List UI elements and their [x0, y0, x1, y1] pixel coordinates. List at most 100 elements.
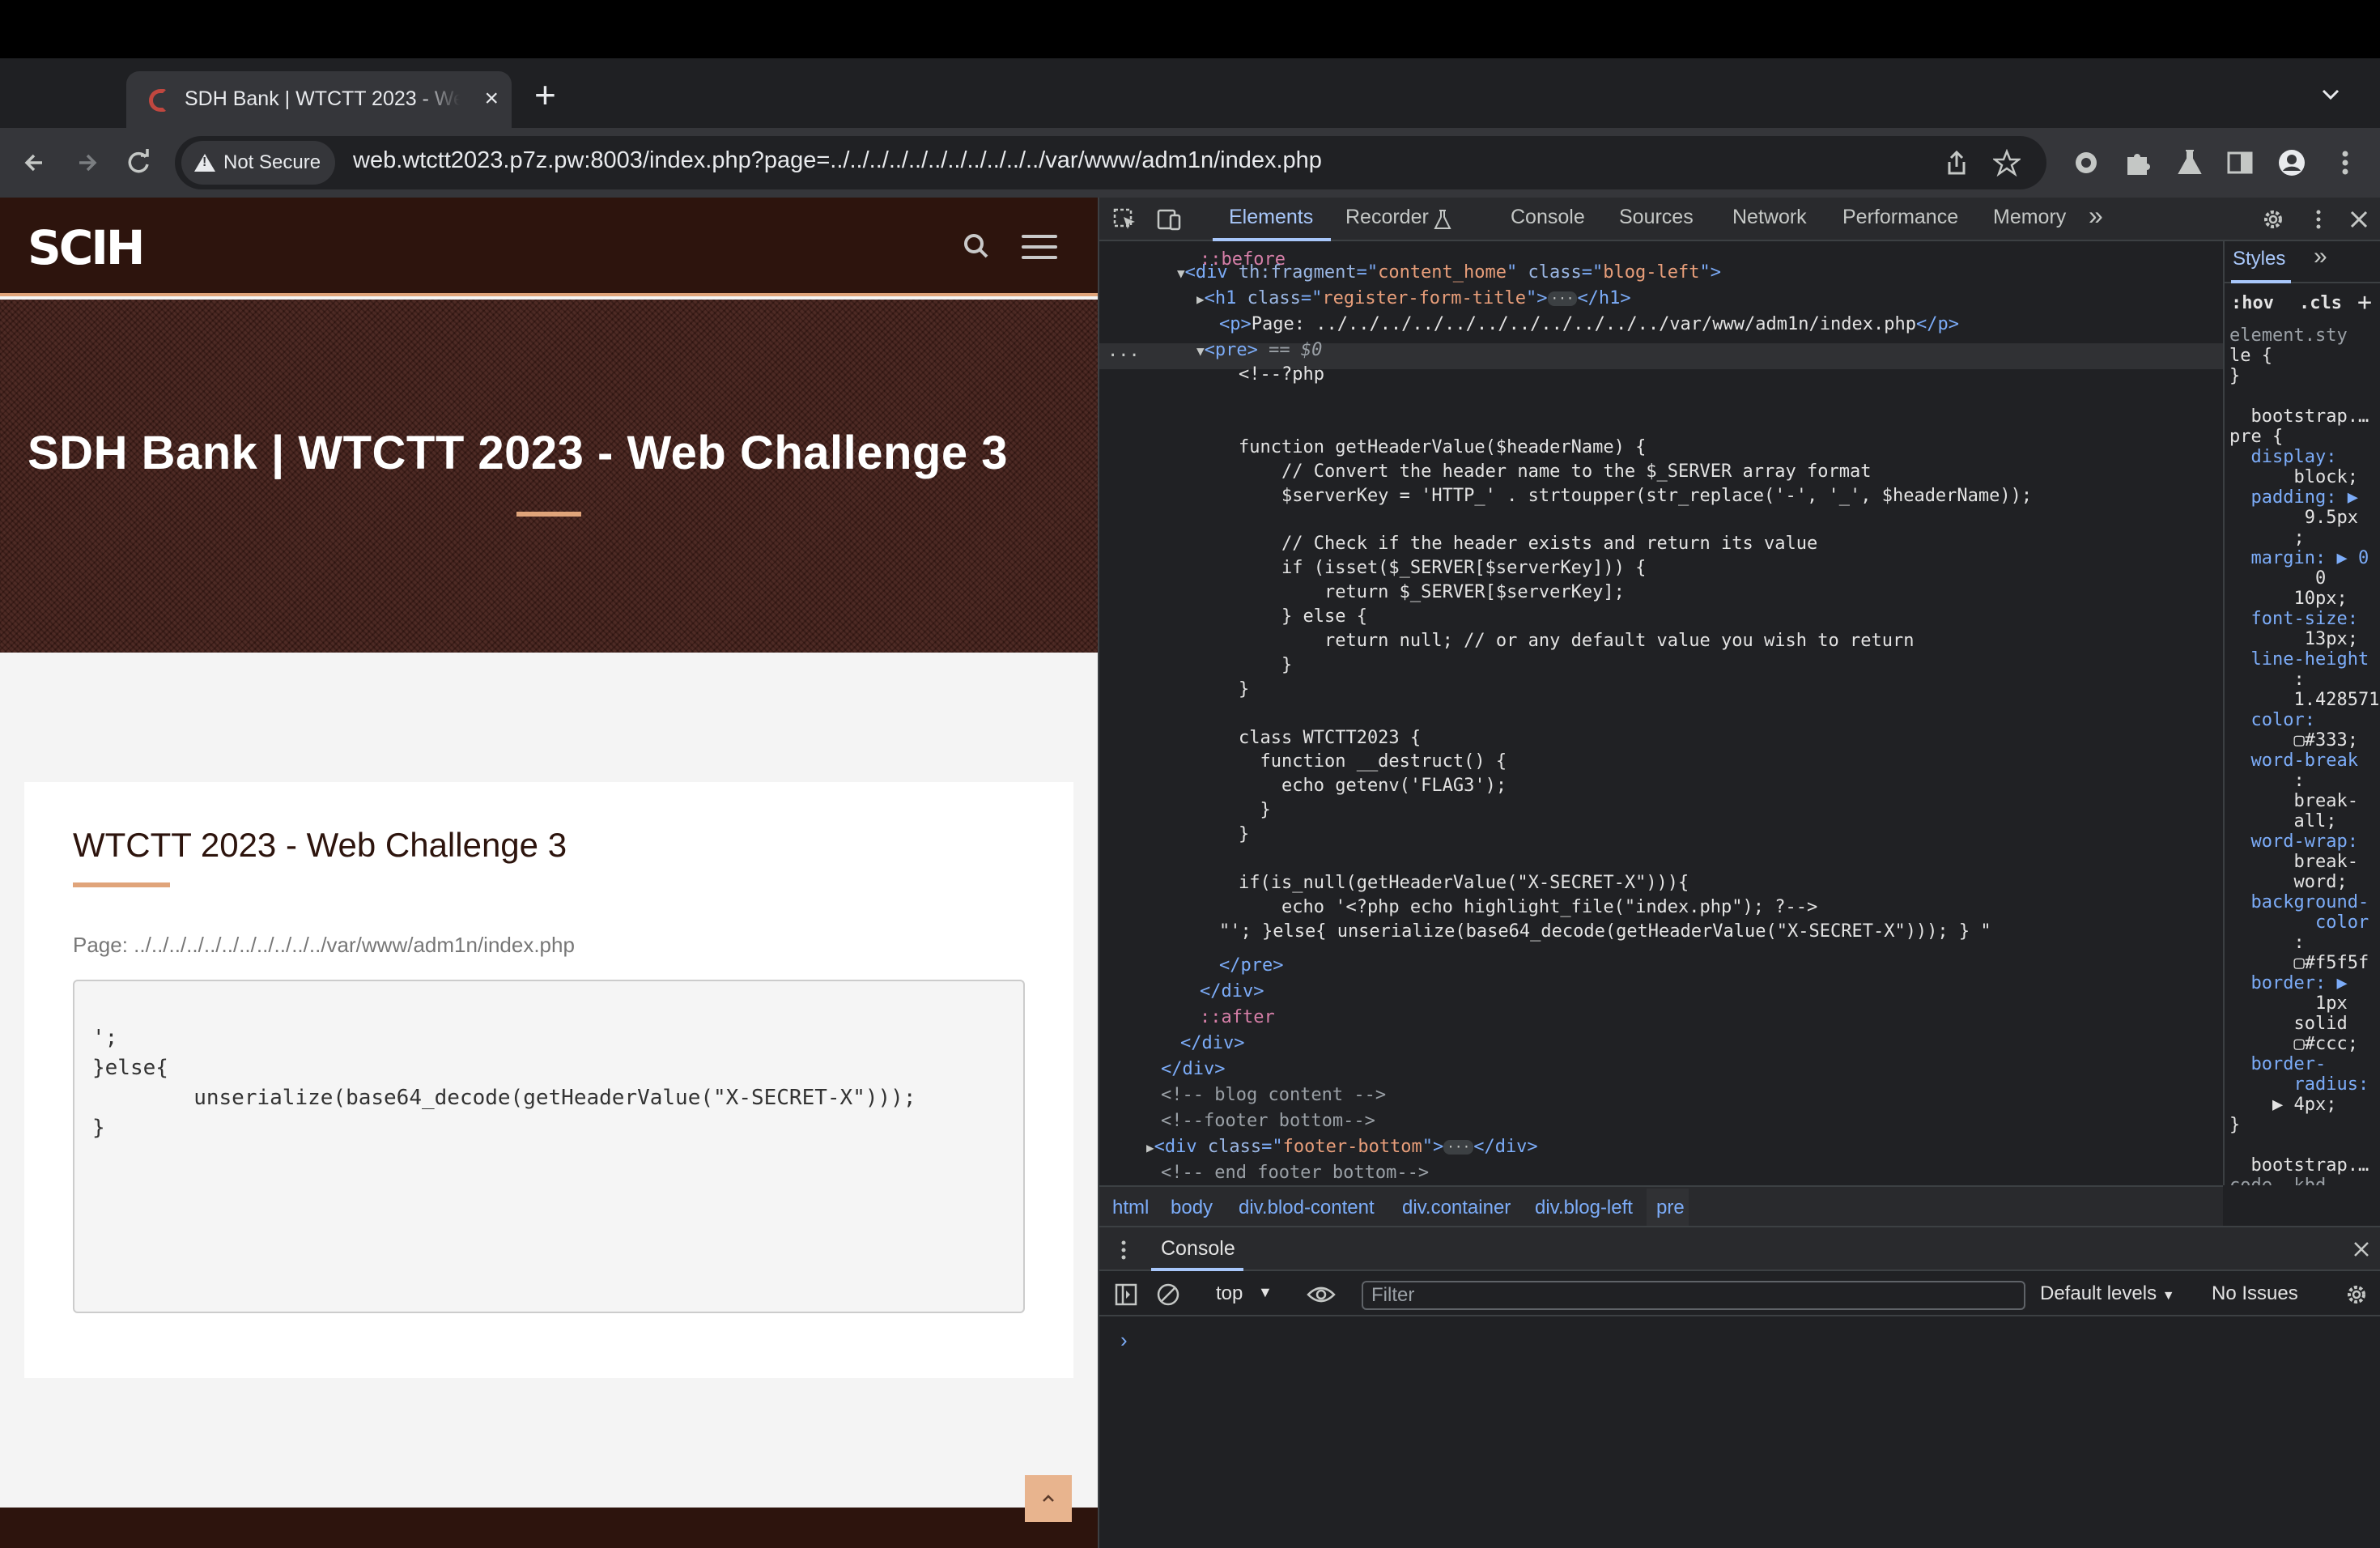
code-output-block: '; }else{ unserialize(base64_decode(getH… [73, 980, 1025, 1313]
console-settings-gear-icon[interactable] [2344, 1282, 2369, 1307]
close-pre-tag[interactable]: </pre> [1219, 954, 1283, 978]
side-panel-icon[interactable] [2223, 146, 2257, 180]
styles-tabbar: Styles » [2225, 241, 2380, 283]
close-div-tag-3[interactable]: </div> [1161, 1057, 1225, 1082]
comment-footer-bottom[interactable]: <!--footer bottom--> [1161, 1109, 1375, 1133]
close-drawer-icon[interactable] [2351, 1239, 2372, 1260]
breadcrumb-blod-content[interactable]: div.blod-content [1239, 1197, 1375, 1219]
context-selector[interactable]: top [1216, 1282, 1243, 1305]
browser-menu-icon[interactable] [2328, 146, 2362, 180]
node-p[interactable]: <p>Page: ../../../../../../../../../../.… [1219, 313, 1959, 337]
hov-toggle[interactable]: :hov [2231, 293, 2274, 313]
search-icon[interactable] [963, 233, 989, 259]
default-levels-dropdown[interactable]: Default levels ▼ [2040, 1282, 2175, 1305]
gutter-ellipsis[interactable]: ··· [1107, 344, 1140, 368]
back-icon[interactable] [18, 146, 52, 180]
breadcrumb-html[interactable]: html [1112, 1197, 1149, 1219]
node-div-blog-left[interactable]: ▼<div th:fragment="content_home" class="… [1177, 261, 1721, 285]
elements-tree: ··· ::before ▼<div th:fragment="content_… [1099, 241, 2223, 1185]
style-rule-line: line-height [2229, 649, 2369, 670]
screen: SDH Bank | WTCTT 2023 - Web Challenge 3 … [0, 0, 2380, 1548]
url-text[interactable]: web.wtctt2023.p7z.pw:8003/index.php?page… [353, 147, 1322, 174]
new-tab-button[interactable]: + [534, 76, 556, 113]
settings-gear-icon[interactable] [2260, 207, 2286, 232]
content-card: WTCTT 2023 - Web Challenge 3 Page: ../..… [24, 782, 1073, 1378]
device-toolbar-icon[interactable] [1156, 207, 1182, 232]
console-filter-input[interactable]: Filter [1362, 1281, 2025, 1310]
pseudo-after[interactable]: ::after [1200, 1006, 1275, 1030]
console-prompt[interactable]: › [1120, 1328, 1128, 1353]
styles-more-icon[interactable]: » [2314, 243, 2327, 270]
profile-avatar-icon[interactable] [2275, 146, 2309, 180]
tab-performance[interactable]: Performance [1842, 206, 1958, 229]
reload-icon[interactable] [121, 146, 155, 180]
extensions-puzzle-icon[interactable] [2121, 146, 2155, 180]
tab-memory[interactable]: Memory [1993, 206, 2066, 229]
drawer-tab-console[interactable]: Console [1161, 1237, 1235, 1261]
breadcrumb-body[interactable]: body [1171, 1197, 1213, 1219]
close-div-tag-2[interactable]: </div> [1180, 1031, 1244, 1056]
more-tabs-icon[interactable]: » [2089, 201, 2103, 231]
devtools-menu-icon[interactable] [2306, 207, 2331, 232]
node-footer-bottom[interactable]: ▶<div class="footer-bottom"> ··· </div> [1146, 1135, 1538, 1159]
browser-toolbar: Not Secure web.wtctt2023.p7z.pw:8003/ind… [0, 128, 2380, 198]
node-h1[interactable]: ▶<h1 class="register-form-title"> ··· </h1… [1196, 287, 1631, 311]
breadcrumb-blog-left[interactable]: div.blog-left [1535, 1197, 1633, 1219]
style-rule-line: border: ▶ [2229, 973, 2348, 993]
pre-code-line: return null; // or any default value you… [1239, 630, 1915, 651]
drawer-menu-icon[interactable] [1119, 1239, 1128, 1261]
node-pre-selected[interactable]: ▼<pre> == $0 [1196, 338, 1322, 363]
context-dropdown-icon[interactable]: ▼ [1258, 1284, 1273, 1301]
live-expression-eye-icon[interactable] [1307, 1284, 1336, 1305]
style-rule-line: word-wrap: [2229, 831, 2358, 852]
console-drawer-header: Console [1099, 1226, 2380, 1271]
comment-blog-content[interactable]: <!-- blog content --> [1161, 1083, 1386, 1108]
sidebar-toggle-icon[interactable] [1114, 1282, 1138, 1307]
console-toolbar: top ▼ Filter Default levels ▼ No Issues [1099, 1271, 2380, 1316]
inspect-element-icon[interactable] [1112, 207, 1138, 232]
bookmark-star-icon[interactable] [1993, 149, 2021, 176]
devtools-panel: Elements Recorder Console Sources Networ… [1098, 198, 2380, 1548]
style-rule-line: code, kbd, [2229, 1176, 2336, 1185]
no-issues-button[interactable]: No Issues [2212, 1282, 2298, 1305]
share-icon[interactable] [1943, 149, 1970, 176]
scroll-to-top-button[interactable] [1025, 1475, 1072, 1522]
close-devtools-icon[interactable] [2346, 207, 2372, 232]
tab-network[interactable]: Network [1732, 206, 1807, 229]
style-rule-line: pre { [2229, 427, 2284, 447]
collapsed-ellipsis: ··· [1547, 291, 1578, 306]
new-rule-icon[interactable]: + [2357, 288, 2372, 317]
style-rule-line: padding: ▶ [2229, 487, 2358, 508]
style-rule-line: all; [2229, 811, 2337, 831]
tab-elements[interactable]: Elements [1229, 206, 1313, 229]
pre-code-line: // Check if the header exists and return… [1239, 534, 1818, 555]
clear-console-icon[interactable] [1156, 1282, 1180, 1307]
browser-tab[interactable]: SDH Bank | WTCTT 2023 - Web Challenge 3 … [126, 71, 512, 128]
forward-icon[interactable] [70, 146, 104, 180]
extension-circle-icon[interactable] [2069, 146, 2103, 180]
tab-search-chevron-icon[interactable] [2320, 84, 2341, 105]
comment-end-footer[interactable]: <!-- end footer bottom--> [1161, 1161, 1429, 1185]
cls-toggle[interactable]: .cls [2299, 293, 2342, 313]
address-bar[interactable]: Not Secure web.wtctt2023.p7z.pw:8003/ind… [175, 136, 2046, 189]
style-rule-line: ; [2229, 528, 2305, 548]
tab-close-button[interactable]: × [484, 84, 499, 113]
style-rule-line: bootstrap.… [2229, 406, 2369, 427]
breadcrumb-pre[interactable]: pre [1656, 1197, 1685, 1219]
labs-flask-icon[interactable] [2173, 146, 2207, 180]
style-rule-line: solid [2229, 1014, 2348, 1034]
style-rule-line: break- [2229, 791, 2358, 811]
tab-console[interactable]: Console [1511, 206, 1585, 229]
site-logo[interactable]: SCIH [28, 222, 145, 274]
hamburger-menu-icon[interactable] [1022, 235, 1057, 259]
site-info-chip[interactable]: Not Secure [181, 141, 336, 185]
chevron-up-icon [1043, 1495, 1054, 1502]
tab-sources[interactable]: Sources [1619, 206, 1694, 229]
style-rule-line: ▢#333; [2229, 730, 2358, 751]
tab-recorder[interactable]: Recorder [1345, 206, 1429, 229]
tab-styles[interactable]: Styles [2233, 248, 2285, 270]
tab-strip: SDH Bank | WTCTT 2023 - Web Challenge 3 … [0, 58, 2380, 128]
close-div-tag[interactable]: </div> [1200, 980, 1264, 1004]
breadcrumb-container[interactable]: div.container [1402, 1197, 1511, 1219]
style-rule-line: : [2229, 771, 2305, 791]
